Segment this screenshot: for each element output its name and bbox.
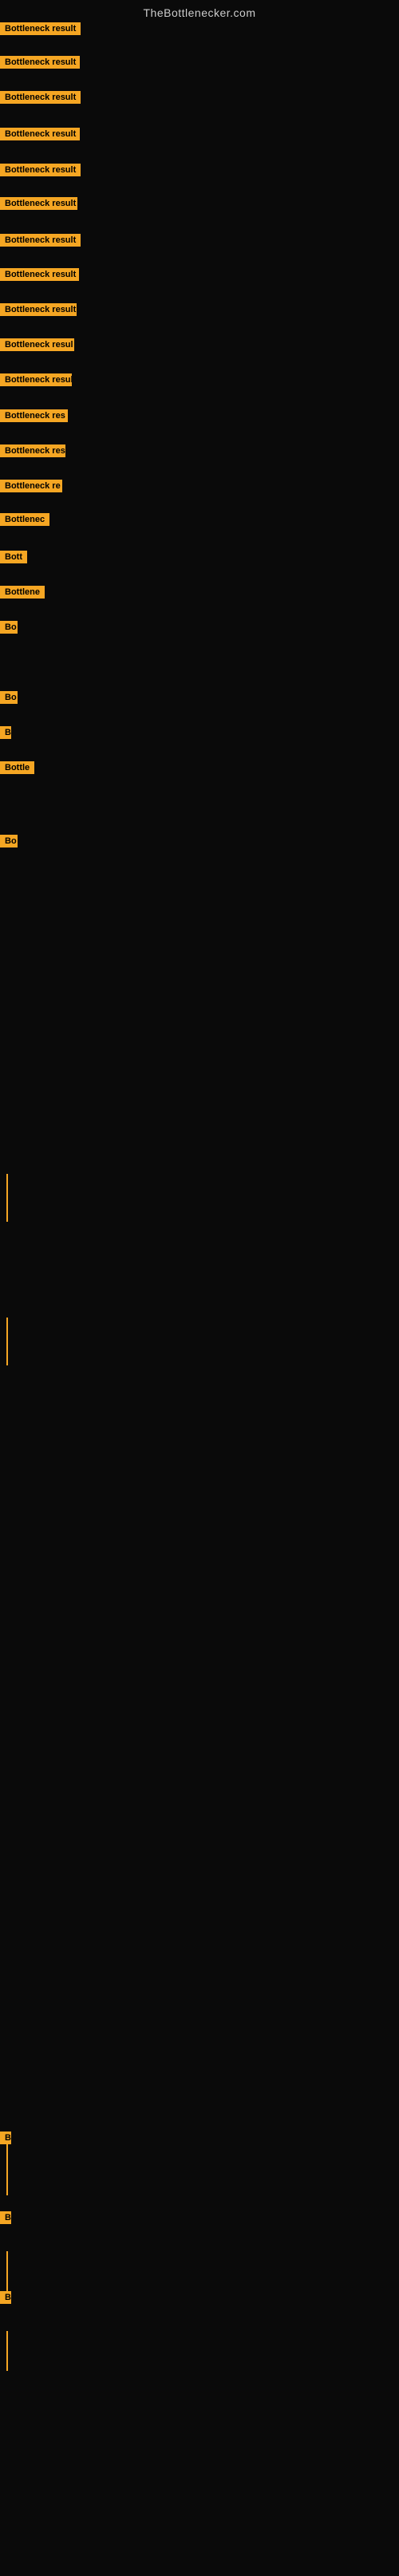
bottleneck-badge-row: Bottleneck res bbox=[0, 444, 65, 461]
bottleneck-result-badge: Bott bbox=[0, 551, 27, 563]
bottleneck-badge-row: Bottleneck re bbox=[0, 480, 62, 496]
bottleneck-result-badge: Bottlene bbox=[0, 586, 45, 599]
bottleneck-badge-row: Bottleneck result bbox=[0, 56, 80, 73]
bottleneck-badge-row: Bottleneck result bbox=[0, 197, 77, 214]
bottleneck-badge-row: Bottleneck resul bbox=[0, 373, 72, 390]
bottleneck-result-badge: Bottleneck resul bbox=[0, 338, 74, 351]
bottleneck-result-badge: Bottleneck result bbox=[0, 56, 80, 69]
bottleneck-result-badge: Bottleneck result bbox=[0, 164, 81, 176]
bottleneck-badge-row: Bo bbox=[0, 835, 18, 851]
site-title: TheBottlenecker.com bbox=[0, 0, 399, 22]
bottleneck-badge-row: Bo bbox=[0, 621, 18, 638]
bottleneck-badge-row: Bott bbox=[0, 551, 27, 567]
bottleneck-badge-row: Bottlene bbox=[0, 586, 45, 603]
bottleneck-small-badge-row: B bbox=[0, 2291, 11, 2308]
bottleneck-result-badge: Bottleneck re bbox=[0, 480, 62, 492]
bottleneck-badge-row: Bo bbox=[0, 691, 18, 708]
bottleneck-result-badge: Bottleneck result bbox=[0, 234, 81, 247]
bottleneck-badge-row: Bottleneck result bbox=[0, 128, 80, 144]
bottleneck-badge-row: Bottlenec bbox=[0, 513, 49, 530]
bottleneck-badge-row: Bottleneck result bbox=[0, 303, 77, 320]
bottleneck-result-badge: Bottleneck result bbox=[0, 128, 80, 140]
bottleneck-badge-row: Bottleneck result bbox=[0, 234, 81, 251]
bottleneck-small-badge-row: B bbox=[0, 2132, 11, 2148]
bottleneck-badge-row: Bottleneck result bbox=[0, 268, 79, 285]
bottleneck-result-badge: Bo bbox=[0, 691, 18, 704]
bottleneck-result-badge: Bottleneck res bbox=[0, 409, 68, 422]
bottleneck-result-small-badge: B bbox=[0, 2291, 11, 2304]
bottleneck-result-badge: Bo bbox=[0, 621, 18, 634]
bottleneck-small-badge-row: B bbox=[0, 2211, 11, 2228]
vertical-indicator-line bbox=[6, 1174, 8, 1222]
bottleneck-result-badge: Bottleneck result bbox=[0, 197, 77, 210]
bottleneck-result-badge: Bo bbox=[0, 835, 18, 847]
bottleneck-result-badge: Bottleneck result bbox=[0, 303, 77, 316]
vertical-indicator-line bbox=[6, 2331, 8, 2371]
bottleneck-result-badge: Bottle bbox=[0, 761, 34, 774]
bottleneck-badge-row: Bottleneck result bbox=[0, 164, 81, 180]
bottleneck-badge-row: Bottleneck res bbox=[0, 409, 68, 426]
bottleneck-badge-row: Bottleneck result bbox=[0, 91, 81, 108]
vertical-indicator-line bbox=[6, 2251, 8, 2291]
bottleneck-result-badge: B bbox=[0, 726, 11, 739]
bottleneck-result-small-badge: B bbox=[0, 2211, 11, 2224]
bottleneck-result-badge: Bottleneck result bbox=[0, 22, 81, 35]
bottleneck-result-badge: Bottlenec bbox=[0, 513, 49, 526]
bottleneck-badge-row: Bottleneck result bbox=[0, 22, 81, 39]
bottleneck-result-badge: Bottleneck result bbox=[0, 268, 79, 281]
bottleneck-result-badge: Bottleneck res bbox=[0, 444, 65, 457]
bottleneck-result-small-badge: B bbox=[0, 2132, 11, 2144]
bottleneck-badge-row: Bottle bbox=[0, 761, 34, 778]
bottleneck-badge-row: B bbox=[0, 726, 11, 743]
bottleneck-result-badge: Bottleneck result bbox=[0, 91, 81, 104]
bottleneck-result-badge: Bottleneck resul bbox=[0, 373, 72, 386]
bottleneck-badge-row: Bottleneck resul bbox=[0, 338, 74, 355]
vertical-indicator-line bbox=[6, 1318, 8, 1365]
